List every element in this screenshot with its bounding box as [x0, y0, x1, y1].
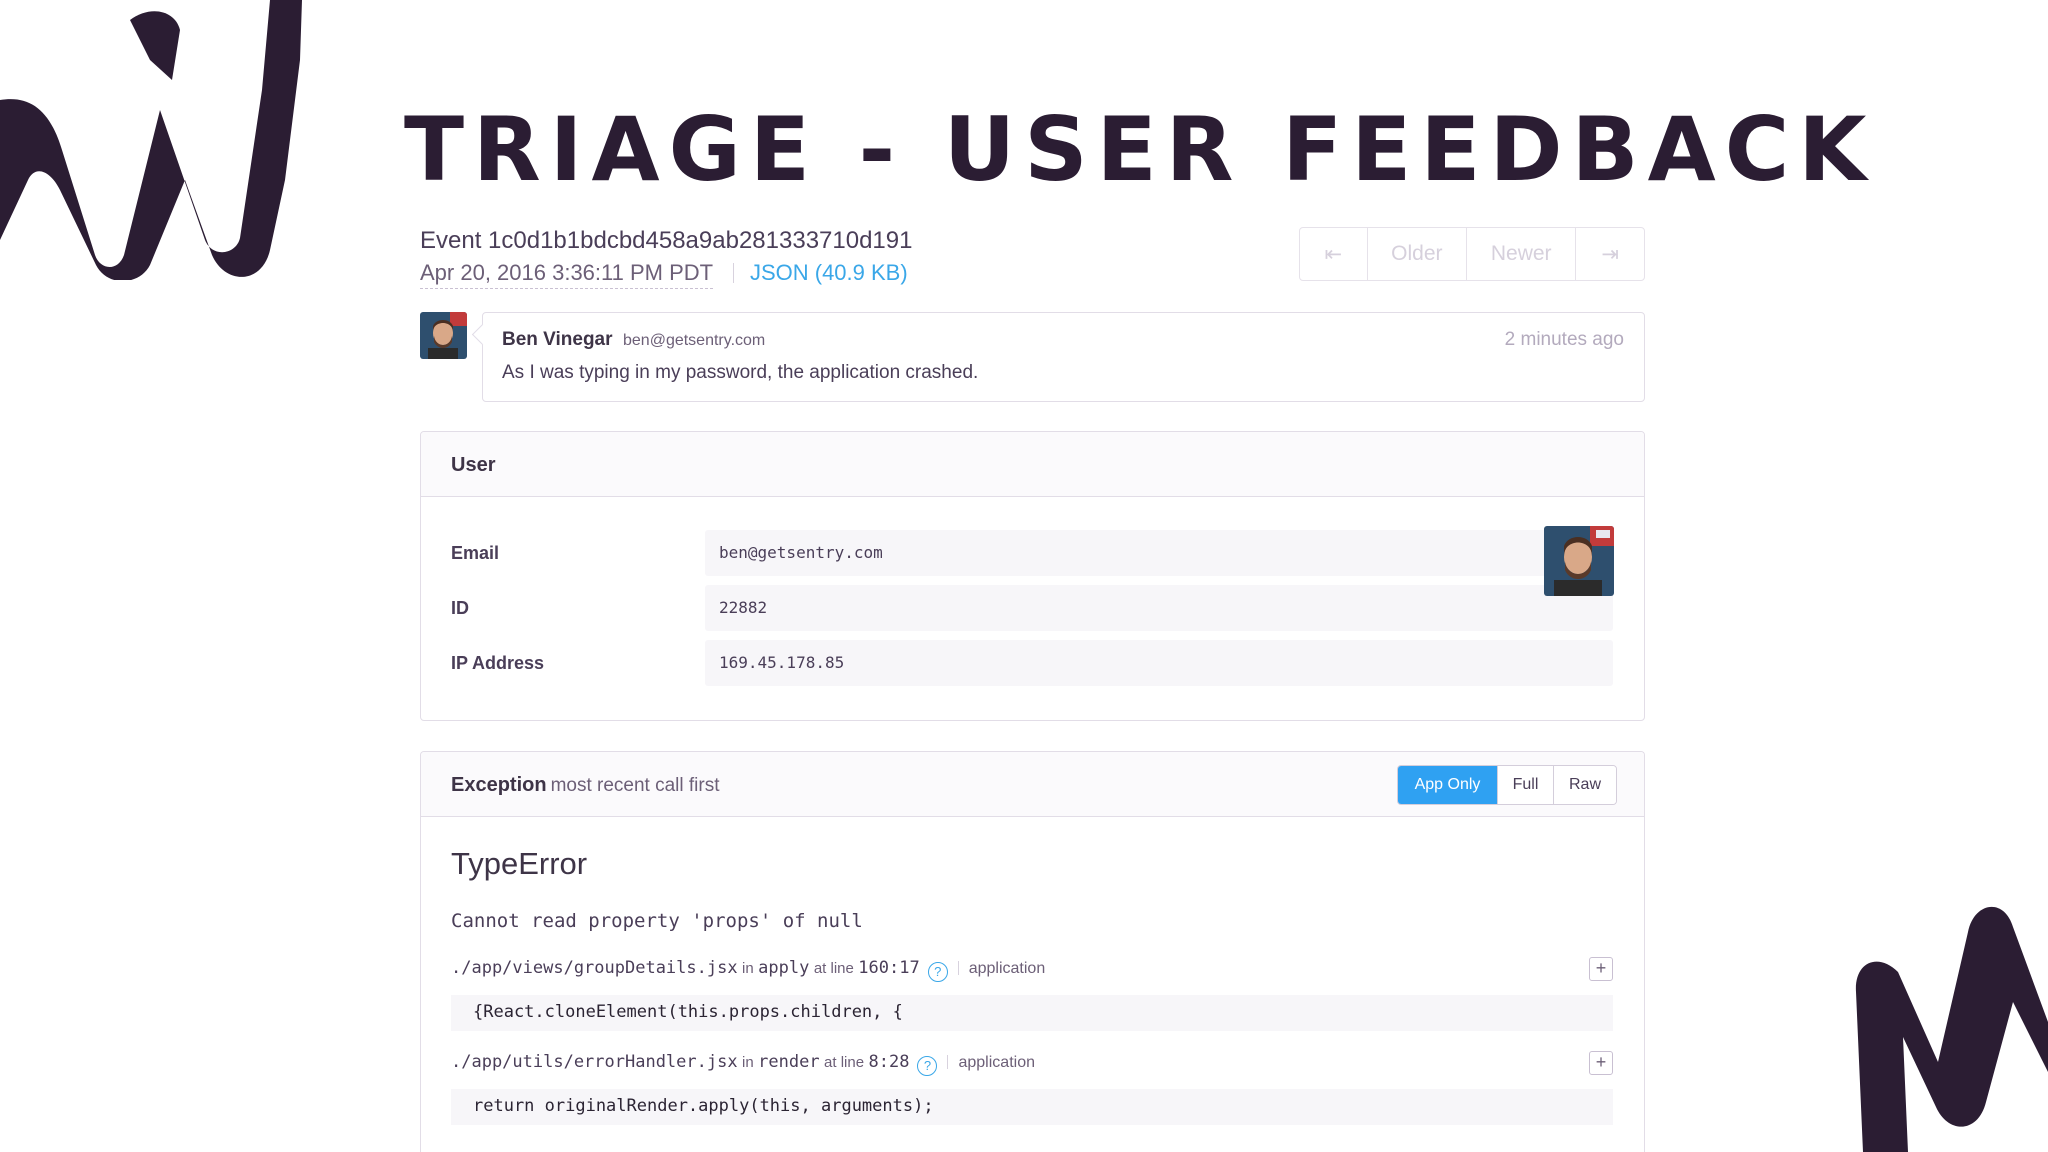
frame-code-line: return originalRender.apply(this, argume…	[451, 1089, 1613, 1125]
event-pager: ⇤ Older Newer ⇥	[1299, 227, 1645, 281]
exception-type: TypeError	[451, 846, 588, 881]
user-avatar	[1544, 526, 1614, 596]
user-row-ip: IP Address 169.45.178.85	[421, 640, 1644, 686]
exception-message: Cannot read property 'props' of null	[451, 910, 863, 932]
comment-text: As I was typing in my password, the appl…	[502, 362, 979, 383]
feedback-comment: Ben Vinegar ben@getsentry.com 2 minutes …	[482, 312, 1645, 402]
help-icon[interactable]: ?	[917, 1056, 938, 1076]
divider	[957, 961, 959, 975]
event-id: Event 1c0d1b1bdcbd458a9ab281333710d191	[420, 227, 913, 254]
user-value-ip: 169.45.178.85	[705, 640, 1613, 686]
user-key-email: Email	[451, 543, 500, 563]
user-row-email: Email ben@getsentry.com	[421, 530, 1644, 576]
brush-stroke-decoration-top-left	[0, 0, 302, 280]
stacktrace-view-toggle: App Only Full Raw	[1397, 765, 1617, 805]
frame-file: ./app/views/groupDetails.jsx	[451, 958, 738, 978]
event-meta: Apr 20, 2016 3:36:11 PM PDT JSON (40.9 K…	[420, 260, 908, 289]
frame-in-word: in	[742, 960, 754, 977]
raw-button[interactable]: Raw	[1554, 766, 1616, 804]
exception-panel-header: Exception most recent call first App Only…	[421, 752, 1644, 817]
frame-function: apply	[758, 958, 810, 978]
last-icon: ⇥	[1601, 242, 1619, 266]
stack-frame-header[interactable]: ./app/views/groupDetails.jsx in apply at…	[451, 958, 1045, 982]
user-value-id: 22882	[705, 585, 1613, 631]
older-button[interactable]: Older	[1368, 228, 1468, 280]
user-panel-header: User	[421, 432, 1644, 497]
comment-author: Ben Vinegar	[502, 329, 613, 350]
user-value-email: ben@getsentry.com	[705, 530, 1613, 576]
frame-function: render	[758, 1052, 820, 1072]
frame-line-number: 8:28	[868, 1052, 910, 1072]
comment-email[interactable]: ben@getsentry.com	[623, 332, 765, 350]
first-event-button[interactable]: ⇤	[1300, 228, 1368, 280]
frame-at-line-word: at line	[813, 960, 854, 977]
plus-icon: +	[1595, 1052, 1607, 1072]
last-event-button[interactable]: ⇥	[1576, 228, 1644, 280]
user-row-id: ID 22882	[421, 585, 1644, 631]
frame-context: application	[958, 1054, 1035, 1071]
plus-icon: +	[1595, 958, 1607, 978]
meta-separator	[732, 263, 734, 283]
help-icon[interactable]: ?	[927, 962, 948, 982]
slide-title: TRIAGE - USER FEEDBACK	[404, 98, 1876, 201]
user-key-id: ID	[451, 598, 469, 618]
first-icon: ⇤	[1324, 242, 1343, 266]
expand-frame-button[interactable]: +	[1589, 1051, 1613, 1075]
comment-timestamp: 2 minutes ago	[1504, 329, 1624, 350]
frame-code-line: {React.cloneElement(this.props.children,…	[451, 995, 1613, 1031]
frame-line-number: 160:17	[858, 958, 920, 978]
expand-frame-button[interactable]: +	[1589, 957, 1613, 981]
divider	[947, 1055, 949, 1069]
event-date: Apr 20, 2016 3:36:11 PM PDT	[420, 260, 713, 289]
exception-title: Exception	[451, 774, 547, 796]
frame-at-line-word: at line	[824, 1054, 865, 1071]
frame-file: ./app/utils/errorHandler.jsx	[451, 1052, 738, 1072]
stack-frame-header[interactable]: ./app/utils/errorHandler.jsx in render a…	[451, 1052, 1035, 1076]
app-only-button[interactable]: App Only	[1398, 766, 1498, 804]
exception-panel-title: Exception most recent call first	[451, 774, 720, 797]
user-panel: User Email ben@getsentry.com ID 22882 IP…	[420, 431, 1645, 721]
frame-in-word: in	[742, 1054, 754, 1071]
exception-panel: Exception most recent call first App Only…	[420, 751, 1645, 1152]
newer-button[interactable]: Newer	[1467, 228, 1577, 280]
user-panel-title: User	[451, 454, 496, 476]
comment-avatar	[420, 312, 467, 359]
frame-context: application	[968, 960, 1046, 977]
user-key-ip: IP Address	[451, 653, 545, 673]
brush-stroke-decoration-bottom-right	[1855, 906, 2048, 1152]
json-link[interactable]: JSON (40.9 KB)	[750, 260, 908, 285]
exception-subtitle: most recent call first	[550, 775, 720, 796]
full-button[interactable]: Full	[1498, 766, 1554, 804]
